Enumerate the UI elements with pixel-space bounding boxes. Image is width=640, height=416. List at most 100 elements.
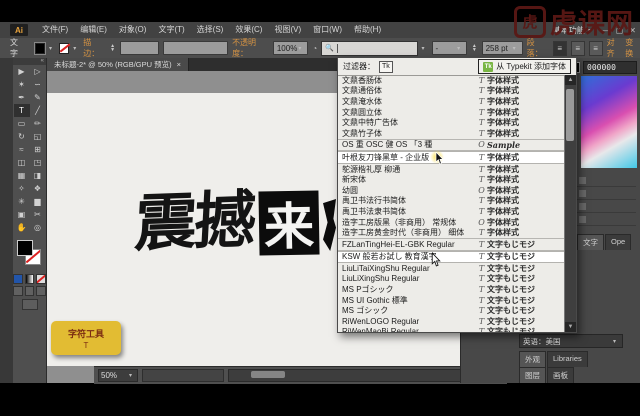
lasso-tool[interactable]: ∽ <box>30 78 46 91</box>
type-tool[interactable]: T <box>14 104 30 117</box>
align-center-button[interactable]: ≡ <box>571 41 585 56</box>
eyedropper-tool[interactable]: ✧ <box>14 182 30 195</box>
font-style-dropdown[interactable]: - ▾ <box>432 41 468 55</box>
tab-appearance[interactable]: 外观 <box>519 351 546 367</box>
zoom-tool[interactable]: ◎ <box>30 221 46 234</box>
font-row[interactable]: RiWenMaoBi RegularT文字もじモジ <box>338 327 565 332</box>
hand-tool[interactable]: ✋ <box>14 221 30 234</box>
panel-row[interactable] <box>576 174 636 187</box>
font-row[interactable]: MS UI Gothic 標準T文字もじモジ <box>338 295 565 306</box>
menu-select[interactable]: 选择(S) <box>191 22 230 38</box>
style-icon[interactable]: ◔ <box>312 44 317 53</box>
font-row[interactable]: 幼圆O字体样式 <box>338 185 565 196</box>
scrollbar-thumb[interactable] <box>566 89 574 141</box>
tab-character[interactable]: 文字 <box>577 234 604 250</box>
font-list-scrollbar[interactable]: ▲ ▼ <box>564 75 576 332</box>
rotate-tool[interactable]: ↻ <box>14 130 30 143</box>
tab-artboards[interactable]: 画板 <box>547 367 574 383</box>
font-row[interactable]: OS 重 OSC 健 OS 「3 種OSample <box>338 140 565 152</box>
horizontal-scrollbar[interactable] <box>228 369 483 382</box>
font-row[interactable]: FZLanTingHei-EL-GBK RegularT文字もじモジ <box>338 239 565 251</box>
color-button[interactable] <box>13 274 23 284</box>
panel-row[interactable] <box>576 200 636 213</box>
font-row[interactable]: 禹卫书法行书简体T字体样式 <box>338 196 565 207</box>
symbol-sprayer-tool[interactable]: ✳ <box>14 195 30 208</box>
panel-row[interactable] <box>576 187 636 200</box>
font-row[interactable]: 鸵源楷礼厚 柳通T字体样式 <box>338 164 565 175</box>
font-row-hovered[interactable]: KSW 般若お試し 教育漢字T文字もじモジ <box>338 251 565 264</box>
stroke-color-swatch[interactable] <box>59 43 69 54</box>
font-row[interactable]: 新宋体T字体样式 <box>338 174 565 185</box>
workspace-switcher[interactable]: 基本功能 ▾ <box>553 25 594 36</box>
font-size-stepper[interactable]: ▲▼ <box>471 42 477 54</box>
restore-button[interactable]: ▢ <box>616 26 624 35</box>
pencil-tool[interactable]: ✏ <box>30 117 46 130</box>
align-right-button[interactable]: ≡ <box>589 41 603 56</box>
align-left-button[interactable]: ≡ <box>553 41 567 56</box>
font-row[interactable]: MS PゴシックT文字もじモジ <box>338 284 565 295</box>
app-logo-icon[interactable]: Ai <box>10 24 28 36</box>
calligraphy-artwork[interactable]: 震撼 来 <box>135 191 336 255</box>
font-row[interactable]: 造字工房黄金时代（非商用） 细体T字体样式 <box>338 227 565 239</box>
slice-tool[interactable]: ✂ <box>30 208 46 221</box>
font-row[interactable]: RiWenLOGO RegularT文字もじモジ <box>338 316 565 327</box>
gradient-button[interactable] <box>25 274 35 284</box>
menu-edit[interactable]: 编辑(E) <box>74 22 113 38</box>
close-button[interactable]: ✕ <box>629 26 636 35</box>
blend-tool[interactable]: ❖ <box>30 182 46 195</box>
font-row[interactable]: LiuLiTaiXingShu RegularT文字もじモジ <box>338 263 565 274</box>
font-row[interactable]: 文鼎香肠体T字体样式 <box>338 75 565 86</box>
font-row[interactable]: MS ゴシックT文字もじモジ <box>338 305 565 316</box>
draw-inside-button[interactable] <box>36 286 46 296</box>
font-search-input[interactable]: 🔍 <box>321 41 417 56</box>
font-row-selected[interactable]: 叶根友刀锋黑草 - 企业版T字体样式 <box>338 151 565 164</box>
gradient-tool[interactable]: ◨ <box>30 169 46 182</box>
scroll-down-icon[interactable]: ▼ <box>565 322 576 332</box>
font-row[interactable]: 文鼎通俗体T字体样式 <box>338 86 565 97</box>
font-list-dropdown-icon[interactable]: ▾ <box>422 45 425 52</box>
language-dropdown[interactable]: 英语：美国 ▾ <box>519 334 623 348</box>
artboard-tool[interactable]: ▣ <box>14 208 30 221</box>
width-tool[interactable]: ≈ <box>14 143 30 156</box>
align-link[interactable]: 对齐 <box>607 37 622 59</box>
selection-tool[interactable]: ▶ <box>14 65 30 78</box>
opacity-dropdown[interactable]: 100% ▾ <box>273 41 309 55</box>
paragraph-label[interactable]: 段落： <box>527 37 549 59</box>
paintbrush-tool[interactable]: ✎ <box>30 91 46 104</box>
variable-width-profile-dropdown[interactable] <box>163 41 228 55</box>
tab-opentype[interactable]: Ope <box>605 234 631 250</box>
tab-close-icon[interactable]: × <box>177 60 181 69</box>
font-row[interactable]: 文鼎中特广告体T字体样式 <box>338 117 565 128</box>
draw-behind-button[interactable] <box>25 286 35 296</box>
font-row[interactable]: 造字工房版黑（非商用） 常规体O字体样式 <box>338 217 565 228</box>
mesh-tool[interactable]: ▦ <box>14 169 30 182</box>
pen-tool[interactable]: ✒ <box>14 91 30 104</box>
document-tab[interactable]: 未标题-2* @ 50% (RGB/GPU 预览) × <box>47 58 189 71</box>
scale-tool[interactable]: ◱ <box>30 130 46 143</box>
font-row[interactable]: 文鼎竹子体T字体样式 <box>338 128 565 140</box>
menu-help[interactable]: 帮助(H) <box>348 22 387 38</box>
menu-view[interactable]: 视图(V) <box>268 22 307 38</box>
line-segment-tool[interactable]: ╱ <box>30 104 46 117</box>
tab-libraries[interactable]: Libraries <box>547 351 588 367</box>
menu-window[interactable]: 窗口(W) <box>307 22 348 38</box>
color-spectrum[interactable] <box>581 76 637 168</box>
shape-builder-tool[interactable]: ◫ <box>14 156 30 169</box>
draw-normal-button[interactable] <box>13 286 23 296</box>
magic-wand-tool[interactable]: ✶ <box>14 78 30 91</box>
horizontal-scrollbar-thumb[interactable] <box>251 371 285 378</box>
opacity-label[interactable]: 不透明度： <box>232 37 269 59</box>
font-size-dropdown[interactable]: 258 pt ▾ <box>482 41 523 55</box>
perspective-grid-tool[interactable]: ◳ <box>30 156 46 169</box>
fill-dropdown-icon[interactable]: ▾ <box>49 45 52 52</box>
stroke-label[interactable]: 描边： <box>83 37 105 59</box>
menu-file[interactable]: 文件(F) <box>36 22 74 38</box>
none-button[interactable] <box>36 274 46 284</box>
add-from-typekit-button[interactable]: Tk 从 Typekit 添加字体 <box>478 59 571 74</box>
collapse-panel-icon[interactable]: « <box>13 58 46 65</box>
font-row[interactable]: 文鼎淹水体T字体样式 <box>338 96 565 107</box>
stroke-stepper[interactable]: ▲▼ <box>109 42 115 54</box>
tab-layers[interactable]: 图层 <box>519 367 546 383</box>
free-transform-tool[interactable]: ⊞ <box>30 143 46 156</box>
fill-swatch[interactable] <box>17 240 33 256</box>
